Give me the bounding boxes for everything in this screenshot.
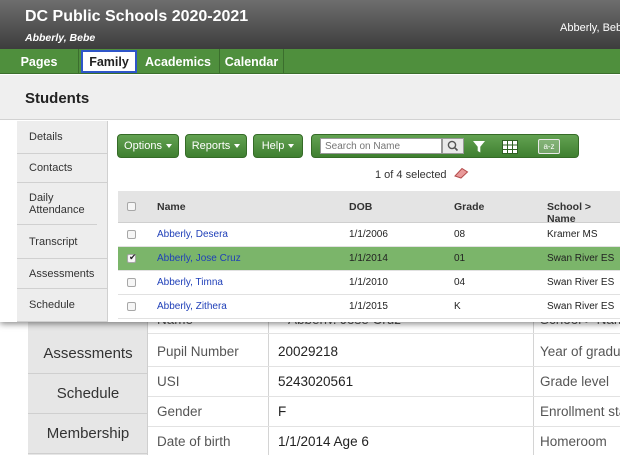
- selection-count: 1 of 4 selected: [375, 166, 469, 181]
- detail-sidebar-schedule[interactable]: Schedule: [28, 374, 148, 414]
- sidebar-item-assessments[interactable]: Assessments: [17, 259, 108, 289]
- search-icon: [447, 140, 459, 152]
- detail-column-divider: [533, 300, 534, 455]
- student-grade: 01: [454, 253, 466, 264]
- page-title-bar: Students: [0, 75, 620, 120]
- detail-sidebar: Assessments Schedule Membership: [28, 300, 148, 455]
- options-button[interactable]: Options: [117, 134, 179, 158]
- detail-column-divider: [268, 300, 269, 455]
- reports-button[interactable]: Reports: [185, 134, 247, 158]
- detail-label-year-of-graduation: Year of graduat: [540, 344, 620, 359]
- student-dob: 1/1/2006: [349, 229, 388, 240]
- current-user-name: Abberly, Bebe: [25, 32, 96, 44]
- detail-label-gender: Gender: [157, 404, 203, 419]
- column-header-school[interactable]: School > Name: [547, 201, 620, 225]
- tab-academics[interactable]: Academics: [137, 49, 220, 74]
- chevron-down-icon: [234, 144, 241, 148]
- sidebar: Details Contacts Daily Attendance Transc…: [17, 121, 108, 322]
- sidebar-item-transcript[interactable]: Transcript: [17, 225, 108, 259]
- student-grade: 04: [454, 277, 466, 288]
- search-button[interactable]: [442, 138, 464, 154]
- column-header-name[interactable]: Name: [157, 201, 186, 213]
- student-dob: 1/1/2014: [349, 253, 388, 264]
- app-title: DC Public Schools 2020-2021: [25, 8, 249, 25]
- sidebar-item-details[interactable]: Details: [17, 121, 108, 154]
- students-table-header: Name DOB Grade School > Name: [118, 191, 620, 225]
- top-nav: Pages Family Academics Calendar: [0, 49, 620, 74]
- row-checkbox[interactable]: [127, 302, 136, 311]
- student-name-link[interactable]: Abberly, Zithera: [157, 301, 227, 312]
- table-row[interactable]: Abberly, Timna 1/1/2010 04 Swan River ES: [118, 271, 620, 295]
- column-header-grade[interactable]: Grade: [454, 201, 484, 213]
- row-checkbox[interactable]: [127, 278, 136, 287]
- sidebar-item-daily-attendance[interactable]: Daily Attendance: [17, 183, 97, 225]
- detail-label-usi: USI: [157, 374, 180, 389]
- detail-value-usi: 5243020561: [278, 374, 354, 389]
- table-row[interactable]: ✔ Abberly, Jose Cruz 1/1/2014 01 Swan Ri…: [118, 247, 620, 271]
- detail-value-pupil-number: 20029218: [278, 344, 339, 359]
- student-school: Swan River ES: [547, 277, 615, 288]
- row-checkbox[interactable]: [127, 230, 136, 239]
- student-name-link[interactable]: Abberly, Jose Cruz: [157, 253, 241, 264]
- student-dob: 1/1/2010: [349, 277, 388, 288]
- detail-value-date-of-birth: 1/1/2014 Age 6: [278, 434, 369, 449]
- detail-value-gender: F: [278, 404, 287, 419]
- student-name-link[interactable]: Abberly, Timna: [157, 277, 223, 288]
- select-all-checkbox[interactable]: [127, 202, 136, 211]
- column-header-dob[interactable]: DOB: [349, 201, 372, 213]
- sort-az-button[interactable]: a-z: [538, 139, 560, 154]
- search-input[interactable]: [320, 138, 442, 154]
- students-list-window: DC Public Schools 2020-2021 Abberly, Beb…: [0, 0, 620, 322]
- student-school: Swan River ES: [547, 253, 615, 264]
- column-grid-icon[interactable]: [502, 140, 518, 154]
- chevron-down-icon: [288, 144, 295, 148]
- detail-label-enrollment-status: Enrollment stat: [540, 404, 620, 419]
- student-name-link[interactable]: Abberly, Desera: [157, 229, 228, 240]
- sidebar-item-contacts[interactable]: Contacts: [17, 154, 108, 183]
- chevron-down-icon: [165, 144, 172, 148]
- tab-pages[interactable]: Pages: [0, 49, 79, 74]
- tab-calendar[interactable]: Calendar: [220, 49, 284, 74]
- eraser-icon[interactable]: [453, 167, 469, 179]
- user-menu[interactable]: Abberly, Beb: [560, 22, 620, 34]
- table-row[interactable]: Abberly, Zithera 1/1/2015 K Swan River E…: [118, 295, 620, 319]
- student-grade: 08: [454, 229, 466, 240]
- page-title: Students: [25, 90, 90, 107]
- detail-label-homeroom: Homeroom: [540, 434, 607, 449]
- app-header: DC Public Schools 2020-2021 Abberly, Beb…: [0, 0, 620, 49]
- student-school: Kramer MS: [547, 229, 598, 240]
- detail-sidebar-membership[interactable]: Membership: [28, 414, 148, 454]
- filter-icon[interactable]: [472, 140, 486, 154]
- detail-label-pupil-number: Pupil Number: [157, 344, 239, 359]
- search-toolbar: a-z: [311, 134, 579, 158]
- student-school: Swan River ES: [547, 301, 615, 312]
- checkmark-icon: ✔: [129, 252, 137, 262]
- row-checkbox[interactable]: ✔: [127, 252, 137, 263]
- student-dob: 1/1/2015: [349, 301, 388, 312]
- student-grade: K: [454, 301, 461, 312]
- table-row[interactable]: Abberly, Desera 1/1/2006 08 Kramer MS: [118, 223, 620, 247]
- tab-family[interactable]: Family: [81, 50, 137, 73]
- detail-sidebar-assessments[interactable]: Assessments: [28, 334, 148, 374]
- sidebar-item-schedule[interactable]: Schedule: [17, 289, 108, 322]
- detail-label-grade-level: Grade level: [540, 374, 610, 389]
- detail-label-date-of-birth: Date of birth: [157, 434, 231, 449]
- help-button[interactable]: Help: [253, 134, 303, 158]
